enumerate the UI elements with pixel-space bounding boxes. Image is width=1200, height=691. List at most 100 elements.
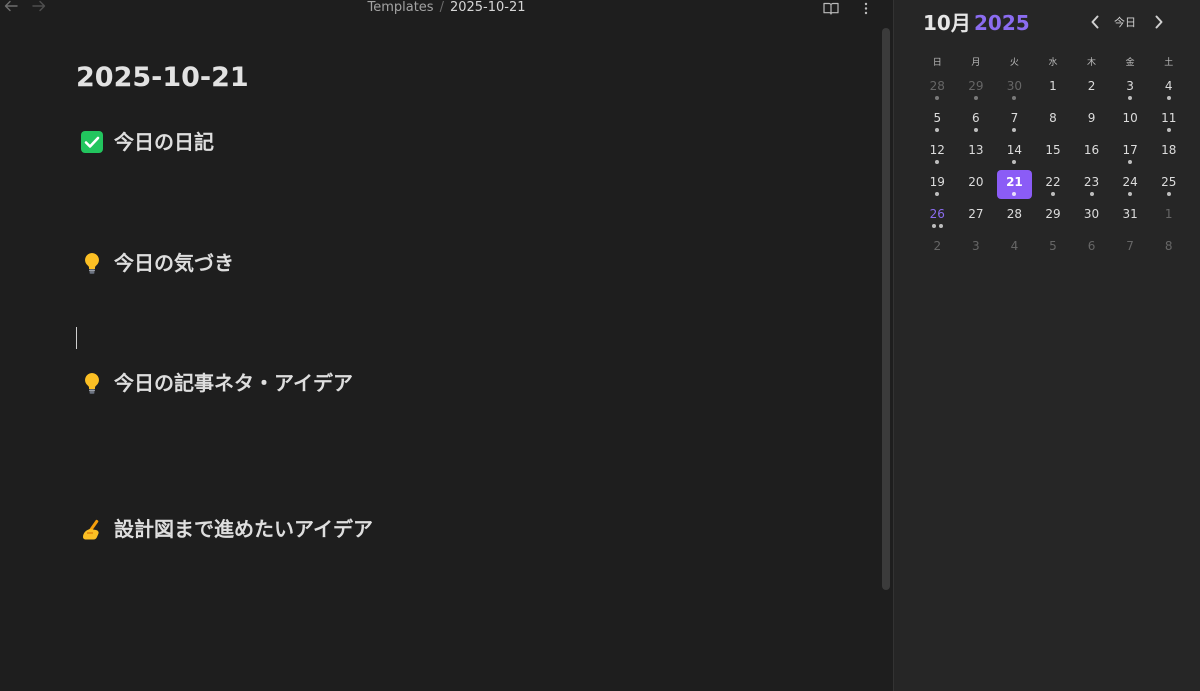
note-indicator-dots bbox=[1012, 192, 1017, 197]
calendar-day[interactable]: 5 bbox=[918, 106, 957, 138]
calendar-day[interactable]: 7 bbox=[1111, 234, 1150, 266]
calendar-day-number: 9 bbox=[1087, 111, 1096, 125]
breadcrumb-parent[interactable]: Templates bbox=[367, 0, 433, 15]
calendar-day[interactable]: 24 bbox=[1111, 170, 1150, 202]
calendar-day-number: 28 bbox=[1006, 207, 1023, 221]
calendar-day-number: 3 bbox=[972, 239, 980, 253]
calendar-day-cell: 7 bbox=[1113, 234, 1148, 263]
calendar-day[interactable]: 3 bbox=[957, 234, 996, 266]
heading-article-ideas[interactable]: 今日の記事ネタ・アイデア bbox=[80, 368, 353, 398]
calendar-day[interactable]: 19 bbox=[918, 170, 957, 202]
note-dot-icon bbox=[1128, 96, 1133, 100]
calendar-day[interactable]: 30 bbox=[995, 74, 1034, 106]
calendar-day[interactable]: 1 bbox=[1149, 202, 1188, 234]
calendar-day[interactable]: 16 bbox=[1072, 138, 1111, 170]
note-indicator-dots bbox=[1166, 128, 1171, 133]
calendar-day[interactable]: 20 bbox=[957, 170, 996, 202]
calendar-day[interactable]: 13 bbox=[957, 138, 996, 170]
calendar-day[interactable]: 15 bbox=[1034, 138, 1073, 170]
calendar-day-number: 27 bbox=[968, 207, 984, 221]
heading-design-ideas[interactable]: 設計図まで進めたいアイデア bbox=[80, 514, 373, 544]
calendar-day[interactable]: 26 bbox=[918, 202, 957, 234]
heading-diary[interactable]: 今日の日記 bbox=[80, 127, 214, 157]
weekday-label: 火 bbox=[1009, 58, 1019, 68]
note-indicator-dots bbox=[931, 224, 943, 229]
calendar-day-number: 12 bbox=[929, 143, 945, 157]
calendar-day-cell: 16 bbox=[1074, 138, 1109, 167]
calendar-day[interactable]: 11 bbox=[1149, 106, 1188, 138]
calendar-day-number: 5 bbox=[933, 111, 942, 125]
note-indicator-dots bbox=[935, 160, 940, 165]
calendar-day[interactable]: 12 bbox=[918, 138, 957, 170]
note-dot-icon bbox=[973, 96, 978, 100]
calendar-day[interactable]: 29 bbox=[1034, 202, 1073, 234]
calendar-day[interactable]: 17 bbox=[1111, 138, 1150, 170]
calendar-day[interactable]: 8 bbox=[1034, 106, 1073, 138]
calendar-day-number: 7 bbox=[1126, 239, 1134, 253]
calendar-day[interactable]: 18 bbox=[1149, 138, 1188, 170]
calendar-day[interactable]: 29 bbox=[957, 74, 996, 106]
calendar-day[interactable]: 27 bbox=[957, 202, 996, 234]
calendar-day[interactable]: 25 bbox=[1149, 170, 1188, 202]
calendar-day[interactable]: 10 bbox=[1111, 106, 1150, 138]
calendar-day-cell: 22 bbox=[1035, 170, 1070, 199]
breadcrumb-current[interactable]: 2025-10-21 bbox=[450, 0, 526, 15]
chevron-left-icon[interactable] bbox=[1089, 14, 1103, 32]
calendar-day[interactable]: 4 bbox=[995, 234, 1034, 266]
calendar-day[interactable]: 14 bbox=[995, 138, 1034, 170]
calendar-day-cell: 23 bbox=[1074, 170, 1109, 199]
calendar-day[interactable]: 22 bbox=[1034, 170, 1073, 202]
calendar-day[interactable]: 7 bbox=[995, 106, 1034, 138]
calendar-pane: 10月 2025 今日 日月火水木金土 28 29 30 1 2 3 4 5 6 7 8 9 10 11 1… bbox=[893, 0, 1200, 691]
note-dot-icon bbox=[1128, 192, 1133, 196]
note-title[interactable]: 2025-10-21 bbox=[76, 60, 249, 96]
calendar-day-cell: 29 bbox=[1035, 202, 1070, 231]
calendar-day[interactable]: 4 bbox=[1149, 74, 1188, 106]
heading-text: 設計図まで進めたいアイデア bbox=[114, 517, 373, 541]
calendar-day-cell: 25 bbox=[1151, 170, 1186, 199]
calendar-day[interactable]: 9 bbox=[1072, 106, 1111, 138]
editor-scrollbar[interactable] bbox=[882, 28, 890, 590]
calendar-day-cell: 1 bbox=[1151, 202, 1186, 231]
writing-hand-icon bbox=[80, 517, 104, 541]
calendar-day-number: 17 bbox=[1122, 143, 1138, 157]
calendar-day[interactable]: 2 bbox=[918, 234, 957, 266]
calendar-day[interactable]: 31 bbox=[1111, 202, 1150, 234]
calendar-day[interactable]: 23 bbox=[1072, 170, 1111, 202]
calendar-day-number: 8 bbox=[1164, 239, 1173, 253]
heading-insight[interactable]: 今日の気づき bbox=[80, 248, 234, 278]
today-button[interactable]: 今日 bbox=[1114, 14, 1136, 32]
calendar-day[interactable]: 8 bbox=[1149, 234, 1188, 266]
calendar-day-number: 22 bbox=[1045, 175, 1061, 189]
calendar-day[interactable]: 3 bbox=[1111, 74, 1150, 106]
calendar-day[interactable]: 2 bbox=[1072, 74, 1111, 106]
heading-text: 今日の記事ネタ・アイデア bbox=[114, 371, 353, 395]
chevron-right-icon[interactable] bbox=[1153, 14, 1167, 32]
more-options-icon[interactable] bbox=[862, 0, 874, 15]
calendar-day-cell: 26 bbox=[920, 202, 955, 231]
check-box-icon bbox=[80, 130, 104, 154]
calendar-day-cell: 31 bbox=[1113, 202, 1148, 231]
note-indicator-dots bbox=[1089, 192, 1094, 197]
note-indicator-dots bbox=[973, 96, 978, 101]
note-indicator-dots bbox=[1128, 192, 1133, 197]
scrollbar-thumb[interactable] bbox=[882, 28, 890, 590]
calendar-day-cell: 10 bbox=[1113, 106, 1148, 135]
calendar-day-cell: 15 bbox=[1035, 138, 1070, 167]
calendar-day-cell: 8 bbox=[1151, 234, 1186, 263]
calendar-day[interactable]: 6 bbox=[1072, 234, 1111, 266]
calendar-day[interactable]: 30 bbox=[1072, 202, 1111, 234]
calendar-day[interactable]: 1 bbox=[1034, 74, 1073, 106]
note-dot-icon bbox=[1166, 128, 1171, 132]
calendar-day-selected[interactable]: 21 bbox=[995, 170, 1034, 202]
calendar-day-cell: 2 bbox=[1074, 74, 1109, 103]
calendar-day-number: 19 bbox=[929, 175, 945, 189]
calendar-day[interactable]: 6 bbox=[957, 106, 996, 138]
calendar-day-cell: 5 bbox=[920, 106, 955, 135]
calendar-day[interactable]: 5 bbox=[1034, 234, 1073, 266]
book-icon[interactable] bbox=[823, 0, 841, 15]
light-bulb-icon bbox=[80, 251, 104, 275]
calendar-day[interactable]: 28 bbox=[995, 202, 1034, 234]
calendar-year: 2025 bbox=[974, 11, 1030, 35]
calendar-day[interactable]: 28 bbox=[918, 74, 957, 106]
